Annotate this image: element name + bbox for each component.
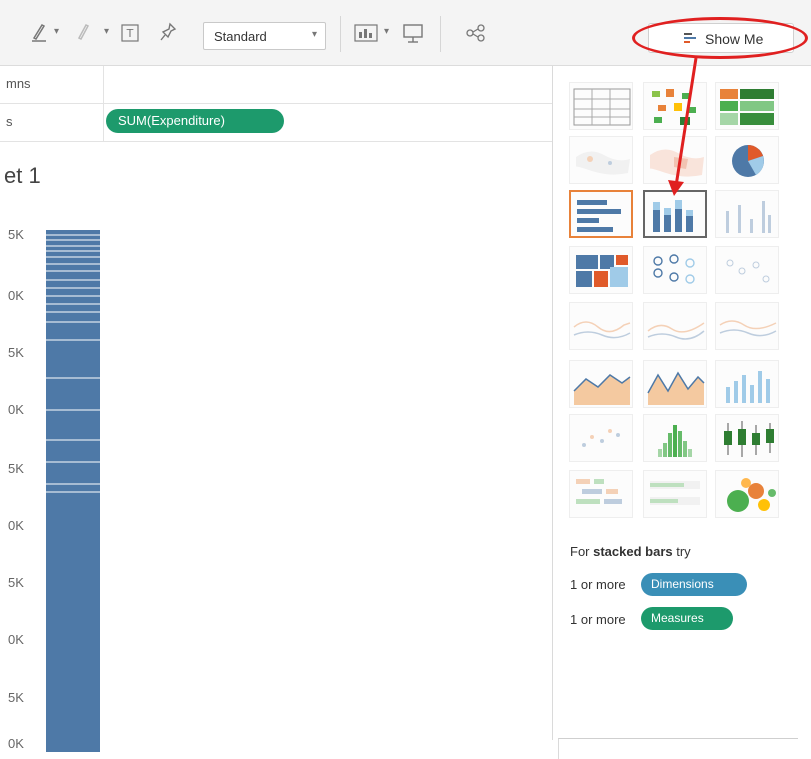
requirement-2-prefix: 1 or more — [570, 612, 626, 627]
show-me-label: Show Me — [705, 31, 764, 47]
columns-shelf[interactable]: mns — [0, 66, 552, 104]
chart-type-text-table[interactable] — [569, 82, 633, 130]
y-axis-tick: 0K — [8, 288, 24, 303]
chart-type-dual-lines[interactable] — [715, 302, 779, 350]
rows-measure-pill[interactable]: SUM(Expenditure) — [106, 109, 284, 133]
chart-type-pie-chart[interactable] — [715, 136, 779, 184]
chart-type-area-discrete[interactable] — [643, 360, 707, 408]
chart-type-continuous-lines[interactable] — [569, 302, 633, 350]
chart-type-side-by-side-bars[interactable] — [715, 190, 779, 238]
stacked-bar-chart — [46, 230, 100, 752]
svg-text:T: T — [126, 27, 134, 40]
show-me-hint: For stacked bars try — [570, 544, 691, 559]
y-axis-tick: 5K — [8, 690, 24, 705]
dimensions-requirement-pill: Dimensions — [641, 573, 747, 596]
mark-size-select[interactable]: Standard ▾ — [203, 22, 326, 50]
chart-type-circle-views[interactable] — [643, 246, 707, 294]
toolbar-divider — [340, 16, 341, 52]
chart-type-symbol-map[interactable] — [569, 136, 633, 184]
stacked-bar[interactable] — [46, 230, 100, 752]
chart-type-stacked-bars[interactable] — [643, 190, 707, 238]
chart-type-dual-combination[interactable] — [715, 360, 779, 408]
show-cards-icon[interactable] — [354, 24, 378, 42]
y-axis-tick: 0K — [8, 402, 24, 417]
chart-type-treemap[interactable] — [569, 246, 633, 294]
chart-type-highlight-table[interactable] — [643, 82, 707, 130]
chart-type-heat-map[interactable] — [715, 82, 779, 130]
hint-prefix: For — [570, 544, 594, 559]
measures-requirement-pill: Measures — [641, 607, 733, 630]
chevron-down-icon[interactable]: ▾ — [54, 26, 59, 37]
chart-type-box-and-whisker[interactable] — [715, 414, 779, 462]
sheet-title: et 1 — [4, 163, 41, 188]
text-label-icon[interactable]: T — [121, 24, 139, 42]
rows-shelf-label: s — [0, 104, 104, 142]
toolbar: ▾ ▾ T Standard ▾ ▾ Show Me — [0, 0, 811, 66]
chart-type-bullet-graph[interactable] — [643, 470, 707, 518]
mark-size-value: Standard — [214, 29, 267, 44]
presentation-icon[interactable] — [402, 23, 424, 43]
y-axis-tick: 5K — [8, 345, 24, 360]
y-axis-tick: 0K — [8, 518, 24, 533]
chart-type-gantt-chart[interactable] — [569, 470, 633, 518]
y-axis-tick: 5K — [8, 461, 24, 476]
annotate-icon[interactable] — [76, 22, 92, 42]
y-axis-tick: 0K — [8, 632, 24, 647]
chart-type-packed-bubbles[interactable] — [715, 470, 779, 518]
chevron-down-icon[interactable]: ▾ — [104, 26, 109, 37]
pin-icon[interactable] — [160, 22, 178, 42]
requirement-1-prefix: 1 or more — [570, 577, 626, 592]
share-icon[interactable] — [466, 24, 486, 42]
hint-chart-name: stacked bars — [593, 544, 673, 559]
chart-type-discrete-lines[interactable] — [643, 302, 707, 350]
panel-footer — [558, 738, 798, 759]
chevron-down-icon[interactable]: ▾ — [384, 26, 389, 37]
show-me-button[interactable]: Show Me — [648, 23, 794, 53]
hint-suffix: try — [672, 544, 691, 559]
chart-type-horizontal-bars[interactable] — [569, 190, 633, 238]
chart-type-side-by-side-circles[interactable] — [715, 246, 779, 294]
chart-type-scatter-plot[interactable] — [569, 414, 633, 462]
toolbar-divider — [440, 16, 441, 52]
highlight-pen-icon[interactable] — [30, 22, 48, 42]
columns-shelf-label: mns — [0, 66, 104, 104]
chevron-down-icon: ▾ — [311, 29, 317, 40]
y-axis-tick: 0K — [8, 736, 24, 751]
chart-type-area-continuous[interactable] — [569, 360, 633, 408]
y-axis-tick: 5K — [8, 227, 24, 242]
chart-type-filled-map[interactable] — [643, 136, 707, 184]
show-me-icon — [683, 31, 699, 50]
chart-type-histogram[interactable] — [643, 414, 707, 462]
y-axis-tick: 5K — [8, 575, 24, 590]
